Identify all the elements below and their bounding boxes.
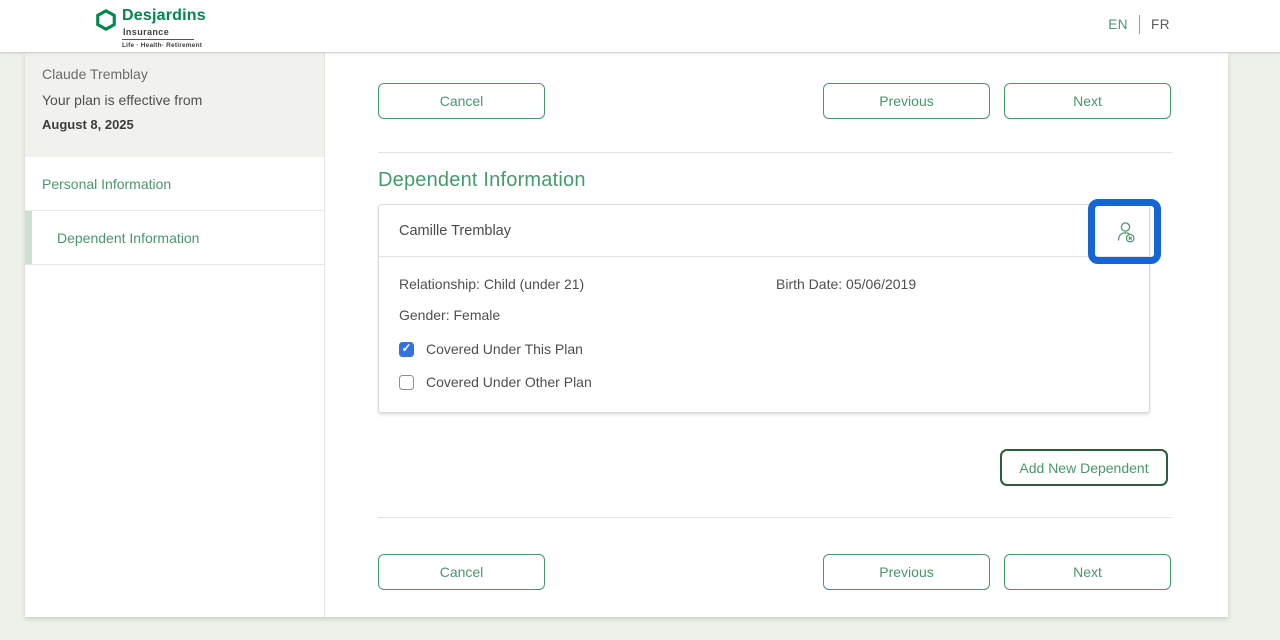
covered-under-this-plan-row: Covered Under This Plan: [399, 341, 1129, 357]
page-title: Dependent Information: [378, 169, 586, 192]
bottom-nav-buttons: Cancel Previous Next: [378, 554, 1172, 590]
gender-value: Female: [453, 307, 500, 323]
desjardins-logo: Desjardins Insurance Life · Health· Reti…: [95, 7, 206, 49]
next-button[interactable]: Next: [1004, 83, 1171, 119]
checkbox-label: Covered Under Other Plan: [426, 374, 592, 390]
birth-date-label: Birth Date:: [776, 276, 846, 292]
sidebar: Claude Tremblay Your plan is effective f…: [25, 53, 325, 617]
birth-date-field: Birth Date: 05/06/2019: [776, 276, 916, 292]
logo-brand: Desjardins: [122, 7, 206, 25]
next-button[interactable]: Next: [1004, 554, 1171, 590]
content-area: Cancel Previous Next Dependent Informati…: [378, 53, 1198, 617]
sidebar-user-summary: Claude Tremblay Your plan is effective f…: [25, 53, 324, 157]
covered-under-this-plan-checkbox[interactable]: [399, 342, 414, 357]
previous-button[interactable]: Previous: [823, 83, 990, 119]
dependent-name: Camille Tremblay: [399, 223, 511, 239]
sidebar-item-personal-information[interactable]: Personal Information: [25, 157, 324, 211]
cancel-button[interactable]: Cancel: [378, 554, 545, 590]
relationship-value: Child (under 21): [484, 276, 584, 292]
sidebar-item-dependent-information[interactable]: Dependent Information: [25, 211, 324, 265]
relationship-field: Relationship: Child (under 21): [399, 276, 776, 292]
main-panel: Claude Tremblay Your plan is effective f…: [25, 53, 1228, 617]
logo-tagline: Life · Health· Retirement: [122, 40, 206, 49]
dependent-card-header: Camille Tremblay: [379, 205, 1149, 257]
remove-dependent-button[interactable]: [1112, 218, 1140, 246]
previous-button[interactable]: Previous: [823, 554, 990, 590]
add-new-dependent-button[interactable]: Add New Dependent: [1000, 449, 1168, 486]
divider: [378, 517, 1172, 518]
gender-label: Gender:: [399, 307, 450, 323]
logo-subtitle: Insurance: [122, 25, 194, 40]
user-name: Claude Tremblay: [42, 66, 307, 82]
sidebar-item-label: Personal Information: [42, 176, 171, 192]
top-nav-buttons: Cancel Previous Next: [378, 83, 1172, 119]
relationship-birthdate-row: Relationship: Child (under 21) Birth Dat…: [399, 276, 1129, 292]
birth-date-value: 05/06/2019: [846, 276, 916, 292]
language-en[interactable]: EN: [1108, 17, 1128, 32]
covered-under-other-plan-row: Covered Under Other Plan: [399, 374, 1129, 390]
top-header: Desjardins Insurance Life · Health· Reti…: [0, 0, 1280, 53]
covered-under-other-plan-checkbox[interactable]: [399, 375, 414, 390]
remove-dependent-icon: [1113, 219, 1140, 246]
dependent-card-body: Relationship: Child (under 21) Birth Dat…: [379, 257, 1149, 409]
language-switcher: EN FR: [1108, 15, 1170, 34]
divider: [378, 152, 1172, 153]
gender-field: Gender: Female: [399, 307, 1129, 323]
language-fr[interactable]: FR: [1151, 17, 1170, 32]
plan-effective-date: August 8, 2025: [42, 117, 307, 132]
dependent-card: Camille Tremblay Relationship:: [378, 204, 1150, 413]
page: Desjardins Insurance Life · Health· Reti…: [0, 0, 1280, 640]
relationship-label: Relationship:: [399, 276, 480, 292]
plan-effective-text: Your plan is effective from: [42, 92, 307, 108]
language-divider: [1139, 15, 1140, 34]
logo-text: Desjardins Insurance Life · Health· Reti…: [122, 7, 206, 49]
hexagon-logo-icon: [95, 9, 117, 31]
sidebar-item-label: Dependent Information: [57, 230, 199, 246]
cancel-button[interactable]: Cancel: [378, 83, 545, 119]
checkbox-label: Covered Under This Plan: [426, 341, 583, 357]
